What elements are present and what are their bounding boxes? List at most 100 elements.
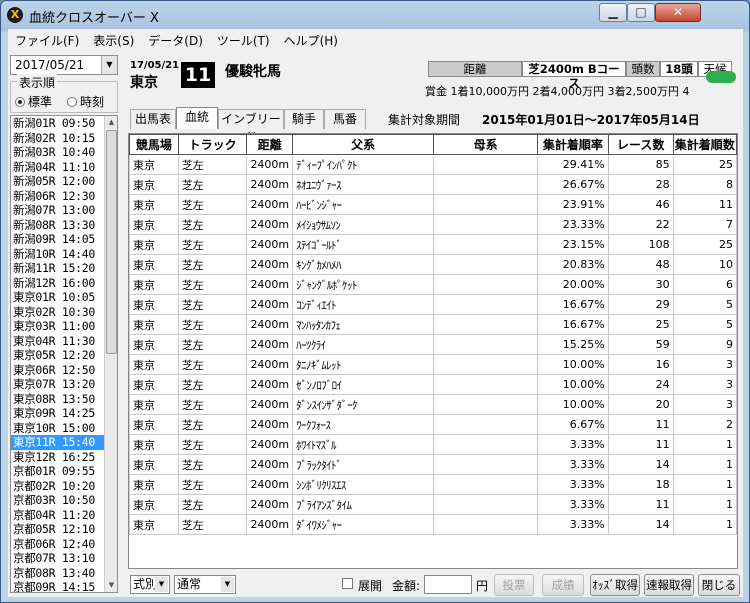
race-list-item[interactable]: 京都04R 11:20 — [11, 508, 117, 523]
race-list-item[interactable]: 京都06R 12:40 — [11, 537, 117, 552]
race-list-item[interactable]: 京都01R 09:55 — [11, 464, 117, 479]
race-list-scrollbar[interactable]: ▲ ▼ — [104, 116, 117, 592]
info-fetch-button[interactable]: 速報取得 — [644, 574, 694, 596]
race-list-item[interactable]: 新潟09R 14:05 — [11, 232, 117, 247]
minimize-icon[interactable]: ▁ — [599, 3, 627, 22]
tab-jockey[interactable]: 騎手 — [284, 109, 324, 129]
chevron-down-icon[interactable]: ▼ — [155, 577, 168, 592]
table-cell: 芝左 — [177, 254, 248, 275]
race-list-item[interactable]: 東京03R 11:00 — [11, 319, 117, 334]
menu-help[interactable]: ヘルプ(H) — [277, 29, 345, 52]
race-list-item[interactable]: 新潟12R 16:00 — [11, 276, 117, 291]
maximize-icon[interactable]: □ — [627, 3, 655, 22]
close-button[interactable]: 閉じる — [698, 574, 740, 596]
table-row[interactable]: 東京 芝左 2400m ﾌﾞﾗｯｸﾀｲﾄﾞ 3.33% 14 1 — [129, 454, 737, 475]
table-row[interactable]: 東京 芝左 2400m ｼﾞｬﾝｸﾞﾙﾎﾟｹｯﾄ 20.00% 30 6 — [129, 274, 737, 295]
table-row[interactable]: 東京 芝左 2400m ｽﾃｲｺﾞｰﾙﾄﾞ 23.15% 108 25 — [129, 234, 737, 255]
table-row[interactable]: 東京 芝左 2400m ﾈｵﾕﾆｳﾞｧｰｽ 26.67% 28 8 — [129, 174, 737, 195]
mode-select[interactable]: 通常 ▼ — [174, 575, 236, 594]
table-row[interactable]: 東京 芝左 2400m ﾎﾜｲﾄﾏｽﾞﾙ 3.33% 11 1 — [129, 434, 737, 455]
table-row[interactable]: 東京 芝左 2400m ｷﾝｸﾞｶﾒﾊﾒﾊ 20.83% 48 10 — [129, 254, 737, 275]
race-list-item[interactable]: 東京05R 12:20 — [11, 348, 117, 363]
table-row[interactable]: 東京 芝左 2400m ﾊｰﾂｸﾗｲ 15.25% 59 9 — [129, 334, 737, 355]
pedigree-stats-table[interactable]: 競馬場 トラック 距離 父系 母系 集計着順率 レース数 集計着順数 東京 芝左 2400m ﾃﾞｨ… — [128, 133, 738, 569]
race-list-item[interactable]: 東京06R 12:50 — [11, 363, 117, 378]
race-list-item[interactable]: 新潟11R 15:20 — [11, 261, 117, 276]
menu-tools[interactable]: ツール(T) — [210, 29, 277, 52]
table-row[interactable]: 東京 芝左 2400m ﾒｲｼｮｳｻﾑｿﾝ 23.33% 22 7 — [129, 214, 737, 235]
sort-radio-time[interactable]: 時刻 — [67, 93, 104, 110]
column-header[interactable]: 距離 — [246, 134, 294, 155]
column-header[interactable]: レース数 — [607, 134, 674, 155]
race-list-item[interactable]: 京都05R 12:10 — [11, 522, 117, 537]
column-header[interactable]: 競馬場 — [129, 134, 179, 155]
race-list-item[interactable]: 新潟01R 09:50 — [11, 116, 117, 131]
column-header[interactable]: 母系 — [433, 134, 539, 155]
amount-input[interactable] — [424, 575, 472, 594]
menu-data[interactable]: データ(D) — [141, 29, 210, 52]
race-list-item[interactable]: 京都07R 13:10 — [11, 551, 117, 566]
radio-unchecked-icon — [67, 97, 77, 107]
race-list-item[interactable]: 新潟02R 10:15 — [11, 131, 117, 146]
column-header[interactable]: 集計着順率 — [537, 134, 609, 155]
race-list-item[interactable]: 京都08R 13:40 — [11, 566, 117, 581]
race-list-item[interactable]: 東京04R 11:30 — [11, 334, 117, 349]
result-button[interactable]: 成績 — [542, 574, 584, 596]
race-list-item[interactable]: 京都02R 10:20 — [11, 479, 117, 494]
table-row[interactable]: 東京 芝左 2400m ﾌﾞﾗｲｱﾝｽﾞﾀｲﾑ 3.33% 11 1 — [129, 494, 737, 515]
menu-view[interactable]: 表示(S) — [86, 29, 141, 52]
expand-checkbox[interactable] — [342, 578, 353, 589]
table-row[interactable]: 東京 芝左 2400m ｺﾝﾃﾞｨｴｲﾄ 16.67% 29 5 — [129, 294, 737, 315]
table-row[interactable]: 東京 芝左 2400m ﾃﾞｨｰﾌﾟｲﾝﾊﾟｸﾄ 29.41% 85 25 — [129, 154, 737, 175]
odds-fetch-button[interactable]: ｵｯｽﾞ取得 — [590, 574, 640, 596]
table-row[interactable]: 東京 芝左 2400m ﾀﾞｲﾜﾒｼﾞｬｰ 3.33% 14 1 — [129, 514, 737, 535]
race-list-item[interactable]: 東京11R 15:40 — [11, 435, 117, 450]
tab-entries[interactable]: 出馬表 — [130, 109, 176, 129]
race-list-item[interactable]: 東京10R 15:00 — [11, 421, 117, 436]
race-list-item[interactable]: 東京02R 10:30 — [11, 305, 117, 320]
sort-order-label: 表示順 — [17, 74, 58, 91]
table-row[interactable]: 東京 芝左 2400m ｼﾝﾎﾞﾘｸﾘｽｴｽ 3.33% 18 1 — [129, 474, 737, 495]
race-list-item[interactable]: 東京09R 14:25 — [11, 406, 117, 421]
table-cell: 1 — [672, 454, 737, 475]
race-list-item[interactable]: 新潟08R 13:30 — [11, 218, 117, 233]
sort-radio-standard[interactable]: 標準 — [15, 93, 52, 110]
bet-type-select[interactable]: 式別 ▼ — [130, 575, 170, 594]
column-header[interactable]: 集計着順数 — [672, 134, 737, 155]
race-list-item[interactable]: 東京12R 16:25 — [11, 450, 117, 465]
tab-pedigree[interactable]: 血統 — [176, 107, 218, 129]
scroll-down-icon[interactable]: ▼ — [105, 579, 117, 592]
race-list-item[interactable]: 京都09R 14:15 — [11, 580, 117, 592]
menu-file[interactable]: ファイル(F) — [8, 29, 86, 52]
table-row[interactable]: 東京 芝左 2400m ﾀﾆﾉｷﾞﾑﾚｯﾄ 10.00% 16 3 — [129, 354, 737, 375]
date-select[interactable]: 2017/05/21 ▼ — [10, 55, 118, 75]
race-list[interactable]: 新潟01R 09:50 新潟02R 10:15 新潟03R 10:40 新潟04R 1… — [10, 115, 118, 593]
race-list-item[interactable]: 新潟05R 12:00 — [11, 174, 117, 189]
tab-inbreed[interactable]: インブリード — [218, 109, 284, 144]
vote-button[interactable]: 投票 — [494, 574, 534, 596]
column-header[interactable]: 父系 — [292, 134, 435, 155]
race-list-item[interactable]: 京都03R 10:50 — [11, 493, 117, 508]
close-icon[interactable]: ✕ — [655, 3, 701, 22]
table-cell: 2 — [672, 414, 737, 435]
table-row[interactable]: 東京 芝左 2400m ｾﾞﾝﾉﾛﾌﾞﾛｲ 10.00% 24 3 — [129, 374, 737, 395]
chevron-down-icon[interactable]: ▼ — [221, 577, 234, 592]
table-row[interactable]: 東京 芝左 2400m ﾀﾞﾝｽｲﾝｻﾞﾀﾞｰｸ 10.00% 20 3 — [129, 394, 737, 415]
race-list-item[interactable]: 新潟07R 13:00 — [11, 203, 117, 218]
race-list-item[interactable]: 新潟10R 14:40 — [11, 247, 117, 262]
table-cell: 2400m — [246, 474, 294, 495]
table-row[interactable]: 東京 芝左 2400m ﾊｰﾋﾞﾝｼﾞｬｰ 23.91% 46 11 — [129, 194, 737, 215]
race-list-item[interactable]: 東京08R 13:50 — [11, 392, 117, 407]
column-header[interactable]: トラック — [177, 134, 248, 155]
tab-horse-number[interactable]: 馬番 — [324, 109, 366, 129]
race-list-item[interactable]: 東京07R 13:20 — [11, 377, 117, 392]
race-list-item[interactable]: 東京01R 10:05 — [11, 290, 117, 305]
table-row[interactable]: 東京 芝左 2400m ﾜｰｸﾌｫｰｽ 6.67% 11 2 — [129, 414, 737, 435]
scroll-thumb[interactable] — [106, 130, 117, 354]
chevron-down-icon[interactable]: ▼ — [101, 56, 117, 74]
scroll-up-icon[interactable]: ▲ — [105, 116, 117, 129]
race-list-item[interactable]: 新潟06R 12:30 — [11, 189, 117, 204]
race-list-item[interactable]: 新潟04R 11:10 — [11, 160, 117, 175]
table-row[interactable]: 東京 芝左 2400m ﾏﾝﾊｯﾀﾝｶﾌｪ 16.67% 25 5 — [129, 314, 737, 335]
race-list-item[interactable]: 新潟03R 10:40 — [11, 145, 117, 160]
